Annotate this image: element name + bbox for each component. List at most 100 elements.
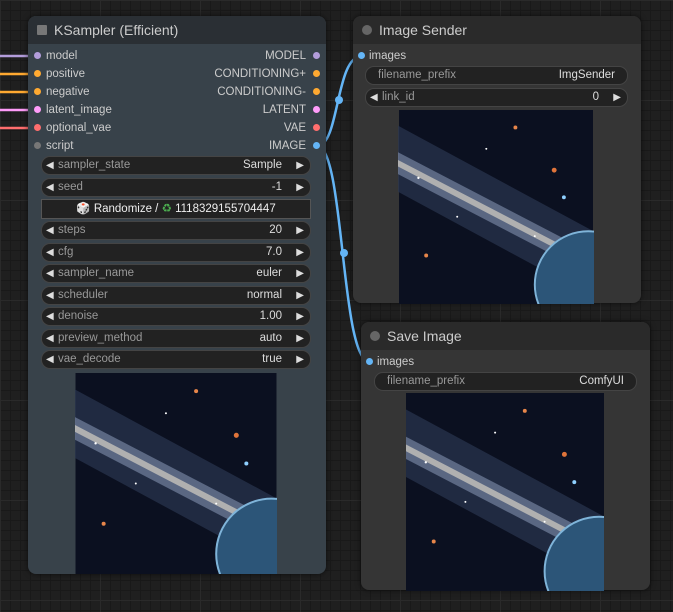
image-sender-preview xyxy=(398,110,594,304)
link-midpoint xyxy=(335,96,343,104)
arrow-right-icon[interactable]: ▶ xyxy=(613,89,621,106)
widget-label: vae_decode xyxy=(58,353,121,365)
input-label: negative xyxy=(46,86,90,98)
widget-label: scheduler xyxy=(58,289,108,301)
ksampler-efficient-node[interactable]: KSampler (Efficient) model positive nega… xyxy=(28,16,326,574)
arrow-left-icon[interactable]: ◀ xyxy=(46,222,54,239)
input-dot-icon[interactable] xyxy=(34,88,41,95)
input-label: positive xyxy=(46,68,85,80)
arrow-right-icon[interactable]: ▶ xyxy=(296,179,304,196)
input-negative[interactable]: negative xyxy=(28,83,89,101)
output-latent[interactable]: LATENT xyxy=(263,101,320,119)
link-midpoint xyxy=(340,249,348,257)
arrow-right-icon[interactable]: ▶ xyxy=(296,222,304,239)
arrow-left-icon[interactable]: ◀ xyxy=(46,179,54,196)
widget-label: steps xyxy=(58,224,86,236)
input-optional-vae[interactable]: optional_vae xyxy=(28,119,111,137)
widget-value: ComfyUI xyxy=(579,375,624,387)
input-latent-image[interactable]: latent_image xyxy=(28,101,112,119)
cfg-widget[interactable]: ◀ cfg 7.0 ▶ xyxy=(41,243,311,262)
sampler-state-combo[interactable]: ◀ sampler_state Sample ▶ xyxy=(41,156,311,175)
ksampler-preview-image xyxy=(75,373,277,574)
input-script[interactable]: script xyxy=(28,137,73,155)
input-images[interactable]: images xyxy=(361,353,414,371)
image-sender-node[interactable]: Image Sender images filename_prefix ImgSe… xyxy=(353,16,641,303)
input-label: latent_image xyxy=(46,104,112,116)
link-id-widget[interactable]: ◀ link_id 0 ▶ xyxy=(365,88,628,107)
widget-value: true xyxy=(262,353,282,365)
input-dot-icon[interactable] xyxy=(34,106,41,113)
input-dot-icon[interactable] xyxy=(34,124,41,131)
output-dot-icon[interactable] xyxy=(313,124,320,131)
input-dot-icon[interactable] xyxy=(34,142,41,149)
arrow-right-icon[interactable]: ▶ xyxy=(296,157,304,174)
output-label: CONDITIONING+ xyxy=(214,68,306,80)
input-model[interactable]: model xyxy=(28,47,77,65)
collapse-icon[interactable] xyxy=(362,25,372,35)
output-conditioning-neg[interactable]: CONDITIONING- xyxy=(217,83,320,101)
output-vae[interactable]: VAE xyxy=(284,119,320,137)
dice-icon: 🎲 xyxy=(76,203,91,215)
input-label: script xyxy=(46,140,74,152)
output-dot-icon[interactable] xyxy=(313,142,320,149)
widget-value: euler xyxy=(256,267,282,279)
widget-value: Sample xyxy=(243,159,282,171)
output-dot-icon[interactable] xyxy=(313,106,320,113)
input-label: images xyxy=(377,356,415,368)
arrow-right-icon[interactable]: ▶ xyxy=(296,308,304,325)
save-image-title-bar[interactable]: Save Image xyxy=(361,322,650,350)
sampler-name-combo[interactable]: ◀ sampler_name euler ▶ xyxy=(41,264,311,283)
arrow-left-icon[interactable]: ◀ xyxy=(46,351,54,368)
widget-label: filename_prefix xyxy=(378,69,456,81)
widget-value: 1.00 xyxy=(259,310,282,322)
save-image-preview xyxy=(406,393,604,591)
output-dot-icon[interactable] xyxy=(313,52,320,59)
output-dot-icon[interactable] xyxy=(313,88,320,95)
input-label: optional_vae xyxy=(46,122,112,134)
arrow-left-icon[interactable]: ◀ xyxy=(370,89,378,106)
steps-widget[interactable]: ◀ steps 20 ▶ xyxy=(41,221,311,240)
arrow-right-icon[interactable]: ▶ xyxy=(296,351,304,368)
scheduler-combo[interactable]: ◀ scheduler normal ▶ xyxy=(41,286,311,305)
filename-prefix-field[interactable]: filename_prefix ImgSender xyxy=(365,66,628,85)
arrow-right-icon[interactable]: ▶ xyxy=(296,265,304,282)
collapse-icon[interactable] xyxy=(37,25,47,35)
save-image-node[interactable]: Save Image images filename_prefix ComfyUI xyxy=(361,322,650,590)
vae-decode-combo[interactable]: ◀ vae_decode true ▶ xyxy=(41,350,311,369)
widget-value: 7.0 xyxy=(266,246,282,258)
collapse-icon[interactable] xyxy=(370,331,380,341)
widget-value: -1 xyxy=(271,181,282,193)
output-conditioning-pos[interactable]: CONDITIONING+ xyxy=(214,65,320,83)
seed-widget[interactable]: ◀ seed -1 ▶ xyxy=(41,178,311,197)
arrow-left-icon[interactable]: ◀ xyxy=(46,308,54,325)
arrow-right-icon[interactable]: ▶ xyxy=(296,330,304,347)
arrow-right-icon[interactable]: ▶ xyxy=(296,287,304,304)
ksampler-title: KSampler (Efficient) xyxy=(54,22,179,38)
ksampler-title-bar[interactable]: KSampler (Efficient) xyxy=(28,16,326,44)
image-sender-title-bar[interactable]: Image Sender xyxy=(353,16,641,44)
arrow-left-icon[interactable]: ◀ xyxy=(46,265,54,282)
input-dot-icon[interactable] xyxy=(34,70,41,77)
input-dot-icon[interactable] xyxy=(34,52,41,59)
denoise-widget[interactable]: ◀ denoise 1.00 ▶ xyxy=(41,307,311,326)
input-dot-icon[interactable] xyxy=(366,358,373,365)
arrow-left-icon[interactable]: ◀ xyxy=(46,287,54,304)
arrow-left-icon[interactable]: ◀ xyxy=(46,330,54,347)
output-dot-icon[interactable] xyxy=(313,70,320,77)
filename-prefix-field[interactable]: filename_prefix ComfyUI xyxy=(374,372,637,391)
preview-method-combo[interactable]: ◀ preview_method auto ▶ xyxy=(41,329,311,348)
arrow-left-icon[interactable]: ◀ xyxy=(46,157,54,174)
widget-label: sampler_state xyxy=(58,159,131,171)
output-model[interactable]: MODEL xyxy=(265,47,320,65)
input-dot-icon[interactable] xyxy=(358,52,365,59)
widget-label: cfg xyxy=(58,246,74,258)
output-label: VAE xyxy=(283,122,306,134)
recycle-icon: ♻ xyxy=(161,203,172,215)
arrow-right-icon[interactable]: ▶ xyxy=(296,244,304,261)
input-images[interactable]: images xyxy=(353,47,406,65)
arrow-left-icon[interactable]: ◀ xyxy=(46,244,54,261)
seed-value: 1118329155704447 xyxy=(175,203,276,215)
input-positive[interactable]: positive xyxy=(28,65,85,83)
output-image[interactable]: IMAGE xyxy=(269,137,320,155)
randomize-seed-button[interactable]: 🎲 Randomize / ♻ 1118329155704447 xyxy=(41,199,311,219)
